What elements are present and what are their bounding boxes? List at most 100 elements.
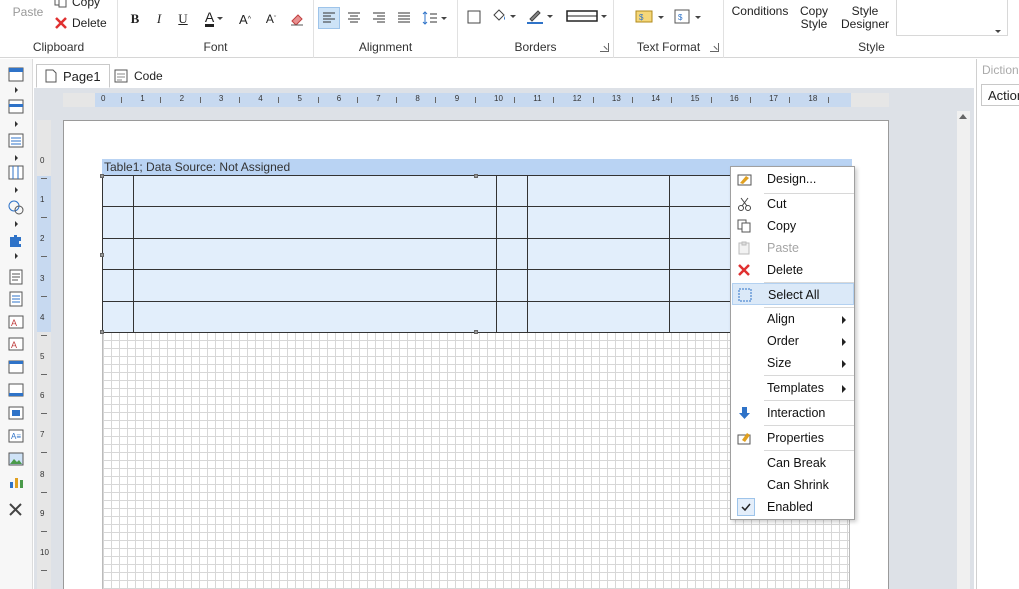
italic-button[interactable]: I xyxy=(150,10,168,28)
borders-dialog-launcher[interactable] xyxy=(600,43,609,52)
bold-button[interactable]: B xyxy=(126,10,144,28)
copy-style-button[interactable]: Copy Style xyxy=(794,4,834,32)
gallery-dropdown-icon[interactable] xyxy=(995,30,1001,33)
align-left-button[interactable] xyxy=(318,7,340,29)
ruler-h-tick xyxy=(474,97,476,103)
interaction-arrow-icon xyxy=(739,407,750,419)
dictionary-actions-button[interactable]: Action xyxy=(981,84,1019,106)
menu-item-size[interactable]: Size xyxy=(732,352,854,374)
menu-item-align[interactable]: Align xyxy=(732,308,854,330)
header-band-icon[interactable] xyxy=(7,99,25,115)
text-component-icon[interactable] xyxy=(7,269,25,285)
menu-item-templates[interactable]: Templates xyxy=(732,377,854,399)
paste-label: Paste xyxy=(12,5,44,19)
ruler-v-label: 4 xyxy=(40,312,45,322)
vertical-scrollbar[interactable] xyxy=(957,111,970,589)
label-icon[interactable]: A xyxy=(7,336,25,352)
grow-font-button[interactable]: A ^ xyxy=(236,10,254,28)
border-all-button[interactable] xyxy=(466,8,482,26)
clear-format-button[interactable] xyxy=(288,10,306,28)
clipboard-group: Paste Copy Delete Clipboard xyxy=(0,0,118,58)
menu-item-enabled[interactable]: Enabled xyxy=(732,496,854,518)
shrink-font-button[interactable]: Aˇ xyxy=(262,10,280,28)
menu-item-interaction[interactable]: Interaction xyxy=(732,402,854,424)
select-all-icon xyxy=(738,288,752,302)
align-right-button[interactable] xyxy=(368,7,390,29)
copy-button[interactable]: Copy xyxy=(54,0,110,10)
menu-item-properties[interactable]: Properties xyxy=(732,427,854,449)
border-style-button[interactable] xyxy=(564,6,608,26)
code-icon xyxy=(114,69,128,83)
delete-label: Delete xyxy=(72,16,107,30)
ruler-h-label: 15 xyxy=(690,94,700,103)
ruler-h-label: 0 xyxy=(101,94,106,103)
text-format-button[interactable]: $ xyxy=(632,6,666,28)
menu-item-select-all[interactable]: Select All xyxy=(732,283,854,305)
page-header-band-icon[interactable] xyxy=(7,67,25,83)
chart-icon[interactable] xyxy=(7,474,25,490)
font-group-label: Font xyxy=(203,40,228,54)
menu-item-copy[interactable]: Copy xyxy=(732,215,854,237)
justify-button[interactable] xyxy=(393,7,415,29)
tools-icon[interactable] xyxy=(7,501,25,517)
scroll-up-icon[interactable] xyxy=(959,114,967,119)
paint-bucket-icon xyxy=(492,9,505,21)
picture-icon[interactable] xyxy=(7,451,25,467)
context-menu: Design... Cut Copy Paste Delete Select A… xyxy=(730,166,855,520)
text-format-dialog-launcher[interactable] xyxy=(710,43,719,52)
style-gallery[interactable] xyxy=(896,0,1008,36)
menu-align-label: Align xyxy=(767,312,795,326)
format-options-icon: $ xyxy=(674,9,689,24)
menu-item-cut[interactable]: Cut xyxy=(732,193,854,215)
menu-size-label: Size xyxy=(767,356,792,370)
ruler-h-tick xyxy=(710,97,712,103)
conditions-button[interactable]: Conditions xyxy=(730,4,790,18)
cross-band-icon[interactable] xyxy=(7,165,25,181)
menu-item-can-shrink[interactable]: Can Shrink xyxy=(732,474,854,496)
dictionary-tab[interactable]: Dictiona xyxy=(982,63,1019,77)
ruler-h-tick xyxy=(317,97,319,103)
menu-item-paste[interactable]: Paste xyxy=(732,237,854,259)
ruler-v-label: 1 xyxy=(40,195,45,205)
ruler-h-label: 14 xyxy=(651,94,661,103)
svg-text:A≡: A≡ xyxy=(11,432,21,441)
horizontal-ruler: 0 1 2 3 4 5 6 7 8 9 10 11 12 13 14 15 16 17 18 xyxy=(63,93,889,107)
svg-text:$: $ xyxy=(639,13,644,22)
style-designer-button[interactable]: Style Designer xyxy=(838,4,892,32)
shapes-icon[interactable] xyxy=(7,199,25,215)
delete-icon xyxy=(55,17,67,29)
ruler-h-tick xyxy=(553,97,555,103)
ruler-h-tick xyxy=(828,97,830,103)
alignment-group-label: Alignment xyxy=(358,40,413,54)
tab-code[interactable]: Code xyxy=(106,64,171,88)
tab-page1[interactable]: Page1 xyxy=(36,64,110,88)
format-options-button[interactable]: $ xyxy=(672,6,702,28)
line-spacing-button[interactable] xyxy=(418,7,450,29)
data-band-icon[interactable] xyxy=(7,133,25,149)
puzzle-icon[interactable] xyxy=(7,233,25,249)
align-center-button[interactable] xyxy=(343,7,365,29)
menu-item-design[interactable]: Design... xyxy=(732,168,854,190)
panel-icon[interactable] xyxy=(7,359,25,375)
text-in-cells-icon[interactable]: A≡ xyxy=(7,428,25,444)
ruler-v-label: 0 xyxy=(40,156,45,165)
paste-button[interactable]: Paste xyxy=(6,4,50,20)
font-color-button[interactable]: A xyxy=(198,8,230,28)
container-icon[interactable] xyxy=(7,382,25,398)
menu-interaction-label: Interaction xyxy=(767,406,826,420)
eraser-icon xyxy=(291,14,303,26)
menu-item-delete[interactable]: Delete xyxy=(732,259,854,281)
ruler-h-label: 2 xyxy=(179,94,185,103)
menu-enabled-label: Enabled xyxy=(767,500,813,514)
delete-button[interactable]: Delete xyxy=(54,15,112,31)
border-color-button[interactable] xyxy=(522,6,556,26)
ruler-v-tick xyxy=(41,256,47,258)
rich-text-icon[interactable] xyxy=(7,291,25,307)
fill-color-button[interactable] xyxy=(488,6,518,26)
ruler-h-tick xyxy=(356,97,358,103)
image-text-icon[interactable]: A xyxy=(7,314,25,330)
sub-report-icon[interactable] xyxy=(7,405,25,421)
menu-item-order[interactable]: Order xyxy=(732,330,854,352)
underline-button[interactable]: U xyxy=(174,10,192,28)
menu-item-can-break[interactable]: Can Break xyxy=(732,452,854,474)
